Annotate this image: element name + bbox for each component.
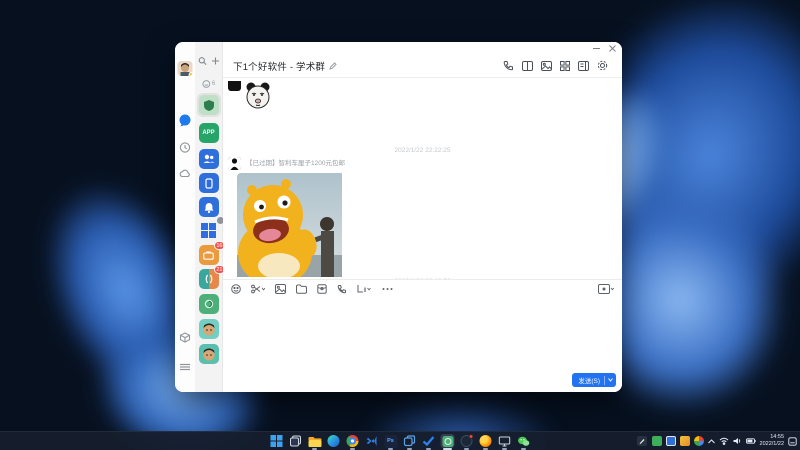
- clock-time: 14:55: [760, 434, 784, 441]
- group-notify[interactable]: [199, 197, 219, 217]
- send-image-icon[interactable]: [275, 284, 286, 294]
- wechat-icon[interactable]: [517, 434, 531, 448]
- desktop: 6 APP 16: [0, 0, 800, 450]
- todo-check-icon[interactable]: [422, 434, 436, 448]
- vs-code-icon[interactable]: [365, 434, 379, 448]
- group-shield[interactable]: [199, 95, 219, 115]
- settings-gear-icon[interactable]: [597, 60, 608, 71]
- search-icon[interactable]: [198, 57, 206, 65]
- group-meme-2[interactable]: [199, 344, 219, 364]
- group-meme-1[interactable]: [199, 319, 219, 339]
- menu-hamburger-icon[interactable]: [180, 358, 190, 376]
- emoji-icon[interactable]: [231, 284, 241, 294]
- nav-rail: [175, 42, 195, 392]
- group-green[interactable]: [199, 294, 219, 314]
- group-device[interactable]: [199, 173, 219, 193]
- qq-active-icon[interactable]: [441, 434, 455, 448]
- send-label: 发送(S): [572, 375, 604, 385]
- steam-icon[interactable]: [460, 434, 474, 448]
- side-panel-icon[interactable]: [578, 61, 589, 71]
- steam-notification-dot: [469, 434, 474, 439]
- image-icon[interactable]: [541, 61, 552, 71]
- message-row: 【已过期】智利车厘子1200元包邮: [228, 157, 345, 279]
- tray-app-color-icon[interactable]: [694, 436, 704, 446]
- taskbar: Ps: [0, 431, 800, 450]
- moments-clock-icon[interactable]: [180, 140, 191, 158]
- group-contacts[interactable]: [199, 149, 219, 169]
- volume-icon[interactable]: [733, 437, 742, 445]
- remote-monitor-icon[interactable]: [498, 434, 512, 448]
- timestamp: 2022/1/22 22:22:25: [223, 147, 622, 154]
- send-options-caret[interactable]: [604, 376, 616, 385]
- chat-title-row: 下1个好软件 - 学术群: [233, 59, 337, 73]
- image-mascot[interactable]: [237, 173, 345, 279]
- edit-pencil-icon[interactable]: [329, 62, 337, 70]
- add-icon[interactable]: [211, 57, 219, 65]
- start-button[interactable]: [270, 434, 284, 448]
- messages-tab-icon[interactable]: [179, 114, 192, 132]
- group-app[interactable]: APP: [199, 123, 219, 143]
- chat-history-icon[interactable]: [598, 284, 614, 294]
- close-icon[interactable]: [609, 45, 616, 52]
- sticker-panda[interactable]: [243, 81, 273, 114]
- group-work[interactable]: 16: [199, 245, 219, 265]
- message-row: [228, 81, 273, 114]
- chat-header: 下1个好软件 - 学术群: [223, 42, 622, 78]
- photoshop-label: Ps: [387, 438, 394, 444]
- conversation-list: 6 APP 16: [195, 42, 223, 392]
- tray-app-blue-icon[interactable]: [666, 436, 676, 446]
- file-explorer-icon[interactable]: [308, 434, 322, 448]
- format-bracket-icon[interactable]: [357, 284, 372, 293]
- pen-input-icon[interactable]: [636, 435, 648, 447]
- notification-center-icon[interactable]: [788, 437, 797, 446]
- group-split[interactable]: 21: [199, 269, 219, 289]
- more-icon[interactable]: [382, 287, 393, 291]
- firefox-icon[interactable]: [479, 434, 493, 448]
- tray-chevron-up-icon[interactable]: [708, 439, 715, 444]
- qq-window: 6 APP 16: [175, 42, 622, 392]
- sender-nickname: 【已过期】智利车厘子1200元包邮: [246, 157, 345, 170]
- wifi-icon[interactable]: [719, 437, 729, 445]
- split-view-icon[interactable]: [522, 61, 533, 71]
- message-input[interactable]: [223, 298, 622, 370]
- unread-status[interactable]: 6: [202, 80, 215, 88]
- tray-app-green-icon[interactable]: [652, 436, 662, 446]
- user-avatar[interactable]: [178, 61, 193, 76]
- apps-grid-icon[interactable]: [560, 61, 570, 71]
- mini-app-box-icon[interactable]: [180, 330, 191, 348]
- unread-count: 6: [212, 81, 215, 87]
- send-button[interactable]: 发送(S): [572, 373, 616, 387]
- group-app-label: APP: [202, 130, 214, 136]
- clock-date: 2022/1/22: [760, 441, 784, 448]
- red-packet-icon[interactable]: [317, 284, 327, 294]
- tray-app-orange-icon[interactable]: [680, 436, 690, 446]
- cloud-icon[interactable]: [179, 165, 191, 183]
- task-view-button[interactable]: [289, 434, 303, 448]
- battery-icon[interactable]: [746, 438, 756, 444]
- sender-avatar[interactable]: [228, 81, 241, 91]
- voice-call-icon[interactable]: [503, 60, 514, 71]
- taskbar-clock[interactable]: 14:55 2022/1/22: [760, 434, 784, 448]
- composer-toolbar: [223, 279, 622, 297]
- chat-title: 下1个好软件 - 学术群: [233, 59, 325, 73]
- send-file-icon[interactable]: [296, 284, 307, 294]
- minimize-icon[interactable]: [593, 45, 600, 52]
- chat-pane: 下1个好软件 - 学术群: [223, 42, 622, 392]
- snipping-app-icon[interactable]: [403, 434, 417, 448]
- voice-message-icon[interactable]: [337, 284, 347, 294]
- group-windows[interactable]: [199, 220, 219, 240]
- status-away-dot: [189, 72, 193, 76]
- message-list: 2022/1/22 22:22:25 【已过期】智利车厘子1200元包邮: [223, 79, 622, 279]
- chrome-browser-icon[interactable]: [346, 434, 360, 448]
- sender-avatar[interactable]: [228, 157, 241, 170]
- photoshop-icon[interactable]: Ps: [384, 434, 398, 448]
- screenshot-scissors-icon[interactable]: [251, 284, 265, 294]
- edge-browser-icon[interactable]: [327, 434, 341, 448]
